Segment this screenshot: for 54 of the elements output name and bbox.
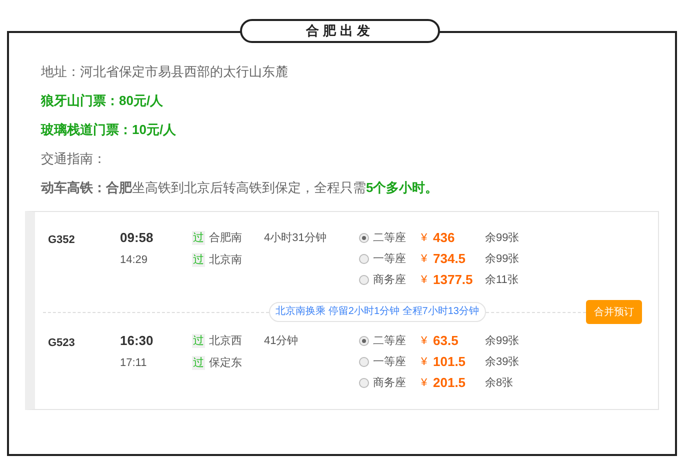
guide-label: 交通指南：	[41, 150, 107, 168]
duration: 41分钟	[264, 334, 300, 349]
seat-class: 商务座	[373, 376, 407, 391]
seat-radio[interactable]	[359, 254, 369, 264]
seat-class: 二等座	[373, 230, 407, 246]
currency-symbol: ¥	[421, 376, 428, 391]
pass-badge: 过	[192, 231, 205, 245]
ticket-price: 734.5	[433, 250, 467, 268]
currency-symbol: ¥	[421, 334, 428, 349]
tickets-remaining: 余11张	[485, 272, 518, 288]
pass-badge: 过	[192, 356, 205, 370]
tickets-remaining: 余39张	[485, 354, 520, 370]
ticket-price: 436	[433, 229, 456, 248]
seat-class: 二等座	[373, 334, 407, 349]
seat-radio[interactable]	[359, 378, 369, 388]
section-title: 合肥出发	[240, 19, 440, 43]
currency-symbol: ¥	[421, 354, 428, 370]
ticket-price: 1377.5	[433, 271, 474, 290]
ticket-price-text: 狼牙山门票：80元/人	[41, 92, 164, 110]
station-name: 北京南	[209, 252, 242, 268]
currency-symbol: ¥	[421, 230, 428, 246]
currency-symbol: ¥	[421, 252, 428, 267]
seat-radio[interactable]	[359, 233, 369, 243]
tickets-remaining: 余99张	[485, 252, 520, 267]
tickets-remaining: 余8张	[485, 376, 514, 391]
departure-time: 16:30	[120, 333, 154, 349]
station-name: 合肥南	[209, 230, 242, 246]
tickets-remaining: 余99张	[485, 334, 520, 349]
station-name: 北京西	[209, 334, 242, 349]
seat-class: 一等座	[373, 252, 407, 267]
tickets-remaining: 余99张	[485, 230, 520, 246]
address-text: 地址：河北省保定市易县西部的太行山东麓	[41, 63, 289, 81]
ticket-price-text: 玻璃栈道门票：10元/人	[41, 121, 178, 139]
departure-time: 09:58	[120, 230, 154, 246]
arrival-time: 14:29	[120, 253, 148, 268]
station-name: 保定东	[209, 356, 242, 371]
seat-class: 一等座	[373, 354, 407, 370]
transport-text: 动车高铁：合肥坐高铁到北京后转高铁到保定，全程只需5个多小时。	[41, 179, 440, 197]
currency-symbol: ¥	[421, 272, 428, 288]
train-number: G523	[48, 336, 76, 351]
book-button[interactable]: 合并预订	[586, 300, 642, 324]
pass-badge: 过	[192, 334, 205, 348]
seat-class: 商务座	[373, 272, 407, 288]
transfer-info: 北京南换乘 停留2小时1分钟 全程7小时13分钟	[268, 302, 486, 322]
ticket-price: 101.5	[433, 353, 467, 372]
duration: 4小时31分钟	[264, 231, 328, 246]
seat-radio[interactable]	[359, 275, 369, 285]
ticket-price: 201.5	[433, 374, 467, 392]
seat-radio[interactable]	[359, 357, 369, 367]
seat-radio[interactable]	[359, 336, 369, 346]
train-number: G352	[48, 233, 76, 248]
arrival-time: 17:11	[120, 356, 147, 371]
ticket-price: 63.5	[433, 332, 460, 350]
pass-badge: 过	[192, 253, 205, 267]
